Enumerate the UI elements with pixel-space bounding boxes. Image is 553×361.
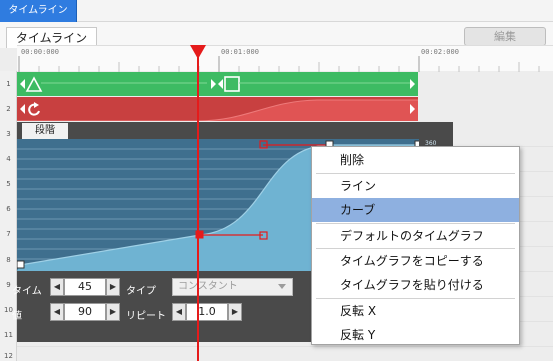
time-ruler[interactable] xyxy=(17,45,553,72)
menu-item-copy-timegraph[interactable]: タイムグラフをコピーする xyxy=(312,249,519,273)
triangle-shape-icon xyxy=(20,74,30,94)
timeline-track-transform[interactable] xyxy=(17,72,418,96)
time-decrement-button[interactable]: ◀ xyxy=(50,278,64,296)
menu-item-flip-x[interactable]: 反転 X xyxy=(312,299,519,323)
repeat-label: リピート xyxy=(126,311,166,322)
chevron-down-icon xyxy=(278,284,286,289)
edit-button[interactable]: 編集 xyxy=(464,27,546,46)
timeline-window-tab[interactable]: タイムライン xyxy=(0,0,77,22)
value-decrement-button[interactable]: ◀ xyxy=(50,303,64,321)
row-number: 8 xyxy=(6,256,11,264)
value-field[interactable]: 90 xyxy=(64,303,106,321)
row-number: 6 xyxy=(6,205,11,213)
menu-item-curve[interactable]: カーブ xyxy=(312,198,519,222)
type-select[interactable]: コンスタント xyxy=(172,278,293,296)
ruler-tick-label: 00:02:000 xyxy=(421,48,459,56)
tab-strip xyxy=(77,0,553,22)
type-label: タイプ xyxy=(126,286,156,297)
time-value-field[interactable]: 45 xyxy=(64,278,106,296)
menu-item-default-timegraph[interactable]: デフォルトのタイムグラフ xyxy=(312,224,519,248)
row-number: 7 xyxy=(6,230,11,238)
row-number: 11 xyxy=(4,331,13,339)
graph-mode-tab[interactable]: 段階 xyxy=(22,123,68,139)
type-select-value: コンスタント xyxy=(178,281,238,292)
playhead-line[interactable] xyxy=(197,52,199,361)
menu-item-line[interactable]: ライン xyxy=(312,174,519,198)
value-label: 値 xyxy=(12,311,22,322)
rotate-icon xyxy=(28,100,42,116)
repeat-field[interactable]: 1.0 xyxy=(186,303,228,321)
row-number: 2 xyxy=(6,105,11,113)
timeline-track-rotation[interactable] xyxy=(17,97,418,121)
ruler-tick-label: 00:00:000 xyxy=(21,48,59,56)
menu-item-flip-y[interactable]: 反転 Y xyxy=(312,323,519,347)
menu-item-delete[interactable]: 削除 xyxy=(312,148,519,172)
row-number: 5 xyxy=(6,180,11,188)
row-number: 3 xyxy=(6,130,11,138)
time-label: タイム xyxy=(12,286,42,297)
row-number: 12 xyxy=(4,352,13,360)
ruler-tick-label: 00:01:000 xyxy=(221,48,259,56)
menu-item-paste-timegraph[interactable]: タイムグラフを貼り付ける xyxy=(312,273,519,297)
time-increment-button[interactable]: ▶ xyxy=(106,278,120,296)
playhead-marker-icon[interactable] xyxy=(190,45,206,59)
row-number: 1 xyxy=(6,80,11,88)
repeat-increment-button[interactable]: ▶ xyxy=(228,303,242,321)
row-number: 4 xyxy=(6,155,11,163)
context-menu: 削除 ライン カーブ デフォルトのタイムグラフ タイムグラフをコピーする タイム… xyxy=(311,146,520,345)
value-increment-button[interactable]: ▶ xyxy=(106,303,120,321)
repeat-decrement-button[interactable]: ◀ xyxy=(172,303,186,321)
